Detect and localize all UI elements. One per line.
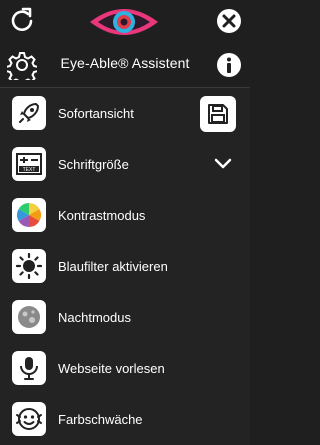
chevron-down-icon [214,158,232,169]
menu-label: Nachtmodus [58,310,131,325]
menu-item-farbschwaeche[interactable]: Farbschwäche [0,394,250,445]
menu-item-vorlesen[interactable]: Webseite vorlesen [0,343,250,394]
menu-item-blaufilter[interactable]: Blaufilter aktivieren [0,241,250,292]
svg-text:TEXT: TEXT [23,167,36,173]
save-button[interactable] [200,96,236,132]
menu-label: Sofortansicht [58,106,134,121]
assistant-panel: Eye-Able® Assistent Sofortansicht TEXT S… [0,0,250,445]
menu-label: Farbschwäche [58,412,143,427]
close-icon [217,9,241,33]
sun-icon [12,249,46,283]
menu-item-schriftgroesse[interactable]: TEXT Schriftgröße [0,139,250,190]
refresh-icon [11,7,33,31]
menu-label: Blaufilter aktivieren [58,259,168,274]
chevron-down-button[interactable] [214,157,232,171]
moon-icon [12,300,46,334]
header: Eye-Able® Assistent [0,0,250,88]
refresh-button[interactable] [8,6,36,34]
panel-title: Eye-Able® Assistent [60,55,190,71]
menu-label: Kontrastmodus [58,208,146,223]
menu-item-kontrastmodus[interactable]: Kontrastmodus [0,190,250,241]
eye-logo [86,2,162,42]
color-wheel-icon [12,198,46,232]
menu-label: Schriftgröße [58,157,129,172]
menu-list: Sofortansicht TEXT Schriftgröße Kontrast… [0,88,250,445]
menu-item-sofortansicht[interactable]: Sofortansicht [0,88,250,139]
info-icon [217,53,241,77]
face-icon [12,402,46,436]
close-button[interactable] [216,8,242,34]
info-button[interactable] [216,52,242,78]
save-icon [208,104,228,124]
microphone-icon [12,351,46,385]
text-size-icon: TEXT [12,147,46,181]
menu-label: Webseite vorlesen [58,361,165,376]
menu-item-nachtmodus[interactable]: Nachtmodus [0,292,250,343]
rocket-icon [12,96,46,130]
